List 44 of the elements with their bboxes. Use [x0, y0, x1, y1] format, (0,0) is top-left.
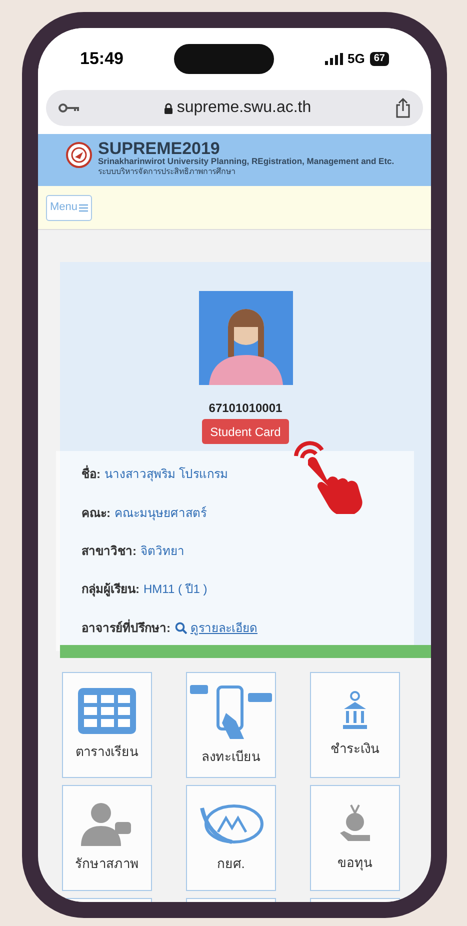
- field-label: กลุ่มผู้เรียน:: [82, 581, 140, 598]
- tile-label: กยศ.: [217, 855, 245, 874]
- field-value: จิตวิทยา: [140, 542, 184, 560]
- site-subtitle: Srinakharinwirot University Planning, REgistration, Management and Etc.: [98, 157, 394, 166]
- share-icon[interactable]: [395, 98, 411, 118]
- student-card-button[interactable]: Student Card: [202, 419, 289, 444]
- loan-fund-logo: [198, 802, 264, 846]
- phone-in-hand-icon: [190, 683, 272, 740]
- menu-tile[interactable]: กยศ.: [186, 785, 276, 891]
- field-label: ชื่อ:: [82, 465, 100, 484]
- field-label: สาขาวิชา:: [82, 542, 136, 560]
- tile-label: ชำระเงิน: [330, 740, 380, 758]
- field-value: HM11 ( ปี1 ): [144, 581, 208, 598]
- menu-tile[interactable]: ตารางเรียน: [62, 672, 152, 778]
- tile-label: ขอทุน: [338, 854, 372, 872]
- menu-icon: [78, 204, 88, 212]
- university-logo: [66, 142, 92, 168]
- menu-tile[interactable]: ขอทุน: [310, 785, 400, 891]
- details-link[interactable]: ดูรายละเอียด: [190, 618, 258, 637]
- address-bar[interactable]: supreme.swu.ac.th: [46, 90, 423, 126]
- site-subtitle-thai: ระบบบริหารจัดการประสิทธิภาพการศึกษา: [98, 166, 236, 177]
- tile-label: ลงทะเบียน: [202, 748, 260, 766]
- field-label: อาจารย์ที่ปรึกษา:: [82, 618, 170, 637]
- menu-tile[interactable]: ลงทะเบียน: [186, 672, 276, 778]
- search-icon: [174, 622, 186, 634]
- battery-icon: 67: [370, 52, 389, 66]
- field-label: คณะ:: [82, 504, 110, 522]
- businessman-icon: [81, 802, 133, 846]
- key-icon: [58, 103, 80, 113]
- menu-tile[interactable]: รักษาสภาพ: [62, 785, 152, 891]
- menu-tile[interactable]: ชำระเงิน: [310, 672, 400, 778]
- status-time: 15:49: [80, 48, 124, 70]
- url-text: supreme.swu.ac.th: [176, 98, 312, 118]
- site-title: SUPREME2019: [98, 140, 220, 157]
- tile-label: รักษาสภาพ: [75, 855, 139, 874]
- bank-icon: [342, 691, 368, 732]
- field-value: นางสาวสุพริม โปรแกรม: [104, 466, 228, 484]
- tile-label: ตารางเรียน: [76, 743, 138, 762]
- network-label: 5G: [348, 50, 365, 68]
- student-id: 67101010001: [208, 400, 282, 417]
- field-value: คณะมนุษยศาสตร์: [114, 504, 206, 522]
- lock-icon: [164, 102, 173, 114]
- signal-icon: [324, 53, 343, 65]
- timetable-grid-icon: [78, 688, 136, 734]
